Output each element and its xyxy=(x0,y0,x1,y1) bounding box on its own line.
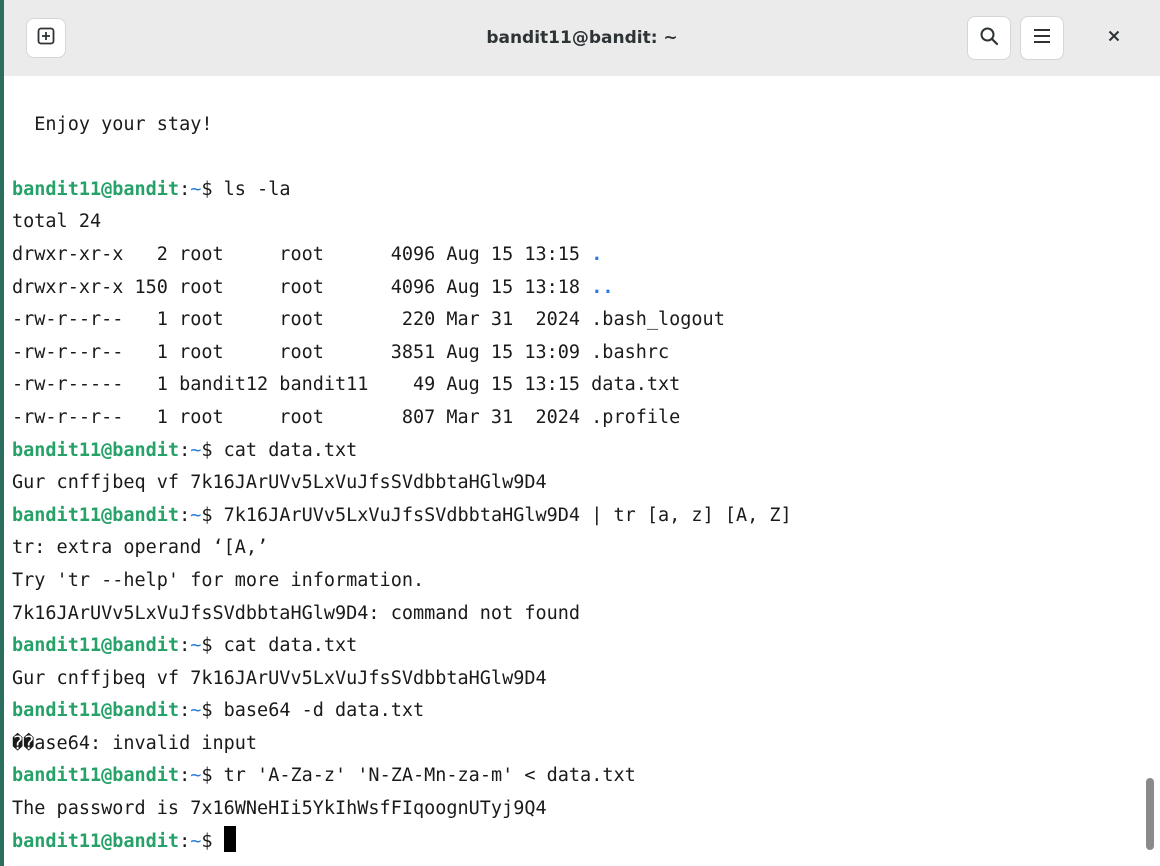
command-text: 7k16JArUVv5LxVuJfsSVdbbtaHGlw9D4 | tr [a… xyxy=(223,504,792,526)
prompt-user-host: bandit11@bandit xyxy=(12,439,180,461)
prompt-line: bandit11@bandit:~$ cat data.txt xyxy=(12,435,1138,468)
prompt-user-host: bandit11@bandit xyxy=(12,178,180,200)
close-icon xyxy=(1108,29,1120,47)
prompt-sign: $ xyxy=(201,765,224,787)
output-text: Gur cnffjbeq vf 7k16JArUVv5LxVuJfsSVdbbt… xyxy=(12,667,547,689)
window-left-edge xyxy=(0,0,4,866)
new-tab-button[interactable] xyxy=(26,18,66,58)
close-button[interactable] xyxy=(1094,18,1134,58)
new-tab-icon xyxy=(37,27,55,50)
terminal-line: drwxr-xr-x 150 root root 4096 Aug 15 13:… xyxy=(12,272,1138,305)
terminal-line: total 24 xyxy=(12,206,1138,239)
prompt-user-host: bandit11@bandit xyxy=(12,765,180,787)
prompt-separator: : xyxy=(179,765,191,787)
prompt-sign: $ xyxy=(201,504,224,526)
terminal-window: bandit11@bandit: ~ Enjoy your stay! band… xyxy=(0,0,1160,866)
text-cursor xyxy=(223,825,236,852)
terminal-line: -rw-r--r-- 1 root root 220 Mar 31 2024 .… xyxy=(12,304,1138,337)
output-text: Gur cnffjbeq vf 7k16JArUVv5LxVuJfsSVdbbt… xyxy=(12,472,547,494)
output-text: drwxr-xr-x 150 root root 4096 Aug 15 13:… xyxy=(12,276,592,298)
prompt-separator: : xyxy=(179,830,191,852)
terminal-line: -rw-r--r-- 1 root root 3851 Aug 15 13:09… xyxy=(12,337,1138,370)
prompt-line: bandit11@bandit:~$ base64 -d data.txt xyxy=(12,695,1138,728)
hamburger-menu-icon xyxy=(1033,28,1051,49)
prompt-user-host: bandit11@bandit xyxy=(12,700,180,722)
output-text: drwxr-xr-x 2 root root 4096 Aug 15 13:15 xyxy=(12,243,592,265)
output-text: -rw-r----- 1 bandit12 bandit11 49 Aug 15… xyxy=(12,374,681,396)
directory-name: .. xyxy=(591,276,614,298)
search-icon xyxy=(979,26,999,51)
prompt-line: bandit11@bandit:~$ tr 'A-Za-z' 'N-ZA-Mn-… xyxy=(12,760,1138,793)
output-text: total 24 xyxy=(12,211,102,233)
prompt-separator: : xyxy=(179,700,191,722)
output-text: -rw-r--r-- 1 root root 807 Mar 31 2024 .… xyxy=(12,406,681,428)
terminal-line: ��ase64: invalid input xyxy=(12,728,1138,761)
command-text: cat data.txt xyxy=(223,635,358,657)
prompt-path: ~ xyxy=(190,700,202,722)
prompt-sign: $ xyxy=(201,700,224,722)
terminal-line: Try 'tr --help' for more information. xyxy=(12,565,1138,598)
terminal-line: tr: extra operand ‘[A,’ xyxy=(12,532,1138,565)
command-text: cat data.txt xyxy=(223,439,358,461)
prompt-separator: : xyxy=(179,178,191,200)
prompt-line: bandit11@bandit:~$ xyxy=(12,825,1138,859)
output-text: -rw-r--r-- 1 root root 3851 Aug 15 13:09… xyxy=(12,341,670,363)
terminal-line: -rw-r----- 1 bandit12 bandit11 49 Aug 15… xyxy=(12,369,1138,402)
prompt-line: bandit11@bandit:~$ 7k16JArUVv5LxVuJfsSVd… xyxy=(12,500,1138,533)
prompt-path: ~ xyxy=(190,765,202,787)
prompt-sign: $ xyxy=(201,439,224,461)
prompt-line: bandit11@bandit:~$ cat data.txt xyxy=(12,630,1138,663)
terminal-line: Enjoy your stay! xyxy=(12,109,1138,142)
terminal-line: 7k16JArUVv5LxVuJfsSVdbbtaHGlw9D4: comman… xyxy=(12,598,1138,631)
prompt-separator: : xyxy=(179,635,191,657)
output-text: ��ase64: invalid input xyxy=(12,732,258,754)
command-text: base64 -d data.txt xyxy=(223,700,425,722)
terminal-line: Gur cnffjbeq vf 7k16JArUVv5LxVuJfsSVdbbt… xyxy=(12,663,1138,696)
prompt-sign: $ xyxy=(201,830,224,852)
prompt-path: ~ xyxy=(190,504,202,526)
main-menu-button[interactable] xyxy=(1020,16,1064,60)
output-text: tr: extra operand ‘[A,’ xyxy=(12,537,269,559)
prompt-separator: : xyxy=(179,504,191,526)
prompt-sign: $ xyxy=(201,178,224,200)
prompt-separator: : xyxy=(179,439,191,461)
terminal-line: The password is 7x16WNeHIi5YkIhWsfFIqoog… xyxy=(12,793,1138,826)
output-text: -rw-r--r-- 1 root root 220 Mar 31 2024 .… xyxy=(12,309,725,331)
prompt-user-host: bandit11@bandit xyxy=(12,635,180,657)
header-bar[interactable]: bandit11@bandit: ~ xyxy=(4,0,1160,76)
output-text: Enjoy your stay! xyxy=(12,113,213,135)
prompt-path: ~ xyxy=(190,439,202,461)
prompt-line: bandit11@bandit:~$ ls -la xyxy=(12,174,1138,207)
command-text: tr 'A-Za-z' 'N-ZA-Mn-za-m' < data.txt xyxy=(223,765,636,787)
command-text: ls -la xyxy=(223,178,291,200)
output-text: 7k16JArUVv5LxVuJfsSVdbbtaHGlw9D4: comman… xyxy=(12,602,581,624)
output-text: The password is 7x16WNeHIi5YkIhWsfFIqoog… xyxy=(12,798,547,820)
prompt-user-host: bandit11@bandit xyxy=(12,504,180,526)
prompt-path: ~ xyxy=(190,830,202,852)
scrollbar-thumb[interactable] xyxy=(1146,778,1154,850)
terminal-line: Gur cnffjbeq vf 7k16JArUVv5LxVuJfsSVdbbt… xyxy=(12,467,1138,500)
search-button[interactable] xyxy=(967,16,1011,60)
prompt-path: ~ xyxy=(190,178,202,200)
prompt-path: ~ xyxy=(190,635,202,657)
terminal-output[interactable]: Enjoy your stay! bandit11@bandit:~$ ls -l… xyxy=(12,76,1138,866)
prompt-sign: $ xyxy=(201,635,224,657)
terminal-line: drwxr-xr-x 2 root root 4096 Aug 15 13:15… xyxy=(12,239,1138,272)
prompt-user-host: bandit11@bandit xyxy=(12,830,180,852)
directory-name: . xyxy=(591,243,603,265)
terminal-line: -rw-r--r-- 1 root root 807 Mar 31 2024 .… xyxy=(12,402,1138,435)
output-text: Try 'tr --help' for more information. xyxy=(12,569,425,591)
